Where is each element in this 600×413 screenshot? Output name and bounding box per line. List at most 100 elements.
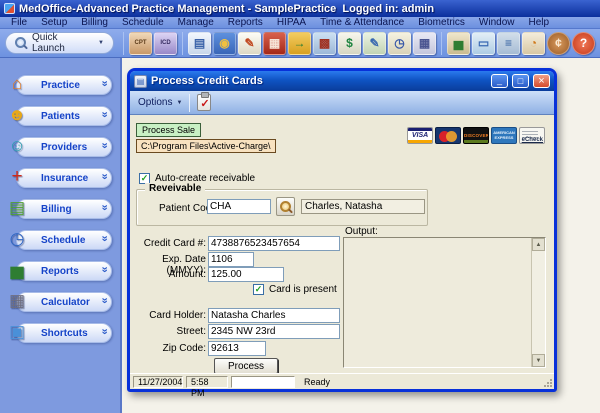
- cd-user-icon[interactable]: ◉: [213, 32, 236, 55]
- toolbar-separator: [441, 32, 442, 55]
- sidebar-item-label: Providers: [41, 142, 87, 153]
- shortcuts-window-icon: ▣: [4, 319, 30, 345]
- billing-dollar-icon[interactable]: $: [338, 32, 361, 55]
- document-edit-icon[interactable]: ✎: [238, 32, 261, 55]
- quick-launch-button[interactable]: Quick Launch ▼: [5, 32, 114, 54]
- output-textarea[interactable]: ▲ ▼: [343, 237, 546, 368]
- scroll-down-icon[interactable]: ▼: [532, 354, 545, 367]
- menu-biometrics[interactable]: Biometrics: [411, 17, 472, 29]
- amex-logo: AMERICAN EXPRESS: [491, 127, 517, 144]
- sidebar-item-label: Calculator: [41, 297, 90, 308]
- chevron-down-icon[interactable]: »: [98, 328, 109, 334]
- search-icon: [15, 37, 27, 49]
- dialog-titlebar[interactable]: ▤ Process Credit Cards _ □ ×: [130, 71, 554, 91]
- superbill-edit-icon[interactable]: ✎: [363, 32, 386, 55]
- chevron-down-icon[interactable]: »: [98, 266, 109, 272]
- resize-grip[interactable]: [550, 385, 552, 387]
- pie-chart-report-icon[interactable]: ◔: [522, 32, 545, 55]
- icd-codes-icon[interactable]: ICD: [154, 32, 177, 55]
- menu-window[interactable]: Window: [472, 17, 522, 29]
- billing-document-icon: ▤: [4, 195, 30, 221]
- chevron-down-icon[interactable]: »: [98, 204, 109, 210]
- close-button[interactable]: ×: [533, 74, 550, 88]
- menu-file[interactable]: File: [4, 17, 34, 29]
- sidebar: ⌂ Practice » ☻ Patients » ☺ Providers » …: [0, 58, 122, 413]
- status-progress-box: [231, 376, 295, 388]
- credit-card-input[interactable]: [208, 236, 340, 251]
- process-sale-badge: Process Sale: [136, 123, 201, 137]
- menu-manage[interactable]: Manage: [171, 17, 221, 29]
- menu-time-attendance[interactable]: Time & Attendance: [313, 17, 411, 29]
- dialog-icon: ▤: [134, 75, 147, 88]
- chevron-down-icon[interactable]: »: [98, 111, 109, 117]
- sidebar-item-label: Patients: [41, 111, 80, 122]
- card-present-row: ✓ Card is present: [253, 284, 337, 295]
- dropdown-arrow-icon: ▼: [176, 100, 182, 106]
- process-credit-cards-dialog: ▤ Process Credit Cards _ □ × Options ▼ ✓…: [127, 68, 557, 392]
- scroll-up-icon[interactable]: ▲: [532, 238, 545, 251]
- sidebar-item-practice[interactable]: ⌂ Practice »: [6, 74, 112, 96]
- menu-schedule[interactable]: Schedule: [115, 17, 171, 29]
- card-present-checkbox[interactable]: ✓: [253, 284, 264, 295]
- menu-setup[interactable]: Setup: [34, 17, 74, 29]
- patient-transfer-icon[interactable]: →: [288, 32, 311, 55]
- chevron-down-icon[interactable]: »: [98, 235, 109, 241]
- chevron-down-icon[interactable]: »: [98, 173, 109, 179]
- help-icon[interactable]: ?: [572, 32, 595, 55]
- card-present-label: Card is present: [269, 284, 337, 295]
- process-button[interactable]: Process: [214, 358, 278, 374]
- sidebar-item-label: Schedule: [41, 235, 85, 246]
- amount-input[interactable]: [208, 267, 284, 282]
- sidebar-item-calculator[interactable]: ▦ Calculator »: [6, 291, 112, 313]
- document-calculator-icon[interactable]: ▦: [413, 32, 436, 55]
- calculator-icon: ▦: [4, 288, 30, 314]
- patient-lookup-button[interactable]: [276, 197, 295, 216]
- sidebar-item-insurance[interactable]: + Insurance »: [6, 167, 112, 189]
- bar-chart-report-icon[interactable]: ▅: [447, 32, 470, 55]
- status-date: 11/27/2004: [133, 376, 183, 388]
- main-toolbar: Quick Launch ▼ CPT ICD ▤ ◉ ✎ ▦ → ▩ $ ✎ ◷…: [0, 29, 600, 58]
- dialog-statusbar: 11/27/2004 5:58 PM Ready: [130, 373, 554, 389]
- document-clock-icon[interactable]: ◷: [388, 32, 411, 55]
- sidebar-item-shortcuts[interactable]: ▣ Shortcuts »: [6, 322, 112, 344]
- output-scrollbar[interactable]: ▲ ▼: [531, 238, 545, 367]
- monitor-display-icon[interactable]: ▭: [472, 32, 495, 55]
- sidebar-item-reports[interactable]: ▅ Reports »: [6, 260, 112, 282]
- main-titlebar: MedOffice-Advanced Practice Management -…: [0, 0, 600, 17]
- network-computers-icon[interactable]: ≡: [497, 32, 520, 55]
- card-holder-label: Card Holder:: [130, 310, 206, 321]
- minimize-button[interactable]: _: [491, 74, 508, 88]
- penny-coin-icon[interactable]: ¢: [547, 32, 570, 55]
- options-menu-button[interactable]: Options ▼: [138, 97, 182, 108]
- street-input[interactable]: [208, 324, 340, 339]
- menu-billing[interactable]: Billing: [74, 17, 115, 29]
- zip-code-input[interactable]: [208, 341, 266, 356]
- menu-hipaa[interactable]: HIPAA: [270, 17, 313, 29]
- dialog-content: Process Sale C:\Program Files\Active-Cha…: [130, 115, 554, 373]
- visa-logo: VISA: [407, 127, 433, 144]
- sidebar-item-providers[interactable]: ☺ Providers »: [6, 136, 112, 158]
- street-label: Street:: [130, 326, 206, 337]
- sidebar-item-patients[interactable]: ☻ Patients »: [6, 105, 112, 127]
- toolbar-separator: [123, 32, 124, 55]
- dialog-title: Process Credit Cards: [151, 75, 487, 87]
- cpt-codes-icon[interactable]: CPT: [129, 32, 152, 55]
- clipboard-check-icon[interactable]: ✓: [197, 94, 211, 111]
- facility-camera-icon[interactable]: ▦: [263, 32, 286, 55]
- patient-code-input[interactable]: [207, 199, 271, 214]
- sidebar-item-schedule[interactable]: ◷ Schedule »: [6, 229, 112, 251]
- sidebar-item-billing[interactable]: ▤ Billing »: [6, 198, 112, 220]
- chevron-down-icon[interactable]: »: [98, 80, 109, 86]
- patient-id-card-icon[interactable]: ▤: [188, 32, 211, 55]
- menu-help[interactable]: Help: [521, 17, 556, 29]
- chevron-down-icon[interactable]: »: [98, 142, 109, 148]
- exp-date-input[interactable]: [208, 252, 254, 267]
- chevron-down-icon[interactable]: »: [98, 297, 109, 303]
- card-holder-input[interactable]: [208, 308, 340, 323]
- workstation-icon[interactable]: ▩: [313, 32, 336, 55]
- receivable-legend: Reveivable: [145, 183, 205, 194]
- sidebar-item-label: Practice: [41, 80, 80, 91]
- maximize-button[interactable]: □: [512, 74, 529, 88]
- menu-reports[interactable]: Reports: [221, 17, 270, 29]
- status-time: 5:58 PM: [186, 376, 228, 388]
